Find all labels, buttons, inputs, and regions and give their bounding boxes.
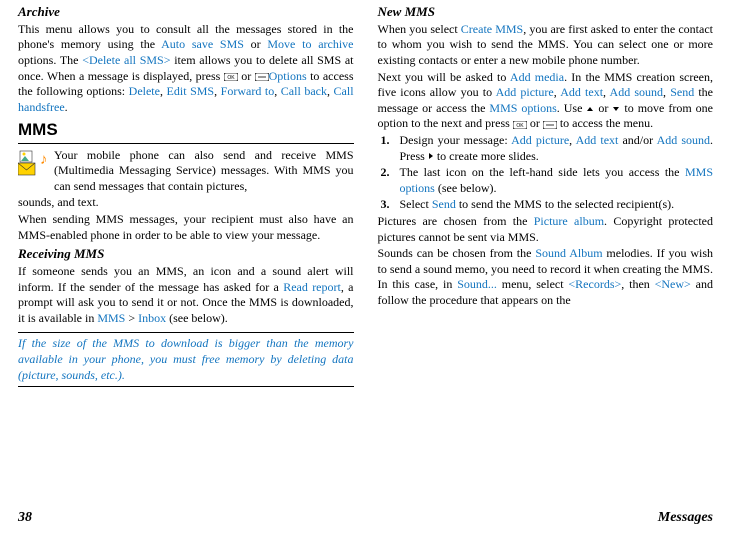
steps-list: 1.Design your message: Add picture, Add … bbox=[378, 133, 714, 213]
right-column: New MMS When you select Create MMS, you … bbox=[378, 4, 714, 494]
section-name: Messages bbox=[658, 509, 713, 527]
add-text-link: Add text bbox=[560, 85, 603, 99]
records-link: <Records> bbox=[568, 277, 621, 291]
list-item: 2.The last icon on the left-hand side le… bbox=[378, 165, 714, 196]
add-sound-link: Add sound bbox=[610, 85, 664, 99]
add-text-link: Add text bbox=[576, 133, 619, 147]
page-number: 38 bbox=[18, 509, 32, 527]
delete-link: Delete bbox=[129, 84, 160, 98]
mms-desc-cont: sounds, and text. bbox=[18, 195, 354, 211]
new-mms-heading: New MMS bbox=[378, 4, 714, 21]
new-mms-p1: When you select Create MMS, you are firs… bbox=[378, 22, 714, 69]
mms-options-link: MMS options bbox=[489, 101, 556, 115]
inbox-link: Inbox bbox=[138, 311, 166, 325]
options-link: Options bbox=[269, 69, 307, 83]
send-link: Send bbox=[432, 197, 456, 211]
send-link: Send bbox=[670, 85, 694, 99]
receiving-mms-heading: Receiving MMS bbox=[18, 246, 354, 263]
mms-heading: MMS bbox=[18, 119, 354, 141]
archive-heading: Archive bbox=[18, 4, 354, 21]
archive-text: This menu allows you to consult all the … bbox=[18, 22, 354, 116]
left-column: Archive This menu allows you to consult … bbox=[18, 4, 354, 494]
receiving-text: If someone sends you an MMS, an icon and… bbox=[18, 264, 354, 326]
pictures-text: Pictures are chosen from the Picture alb… bbox=[378, 214, 714, 245]
add-picture-link: Add picture bbox=[496, 85, 554, 99]
ok-key-icon bbox=[224, 73, 238, 81]
ok-key-icon bbox=[513, 121, 527, 129]
edit-sms-link: Edit SMS bbox=[167, 84, 215, 98]
create-mms-link: Create MMS bbox=[461, 22, 523, 36]
divider bbox=[18, 143, 354, 144]
sound-menu-link: Sound... bbox=[457, 277, 497, 291]
list-item: 1.Design your message: Add picture, Add … bbox=[378, 133, 714, 164]
add-picture-link: Add picture bbox=[511, 133, 569, 147]
auto-save-sms-link: Auto save SMS bbox=[161, 37, 244, 51]
options-key-icon bbox=[255, 73, 269, 81]
list-item: 3.Select Send to send the MMS to the sel… bbox=[378, 197, 714, 213]
add-media-link: Add media bbox=[510, 70, 564, 84]
move-to-archive-link: Move to archive bbox=[267, 37, 353, 51]
call-back-link: Call back bbox=[281, 84, 327, 98]
mms-icon bbox=[18, 150, 48, 178]
mms-desc-start: Your mobile phone can also send and rece… bbox=[54, 148, 354, 195]
options-key-icon bbox=[543, 121, 557, 129]
warning-note: If the size of the MMS to download is bi… bbox=[18, 332, 354, 387]
sound-album-link: Sound Album bbox=[535, 246, 602, 260]
new-link: <New> bbox=[655, 277, 691, 291]
delete-all-sms-link: <Delete all SMS> bbox=[82, 53, 170, 67]
read-report-link: Read report bbox=[283, 280, 341, 294]
footer: 38 Messages bbox=[18, 509, 713, 527]
mms-p2: When sending MMS messages, your recipien… bbox=[18, 212, 354, 243]
add-sound-link: Add sound bbox=[657, 133, 710, 147]
new-mms-p2: Next you will be asked to Add media. In … bbox=[378, 70, 714, 132]
forward-to-link: Forward to bbox=[221, 84, 275, 98]
mms-link: MMS bbox=[97, 311, 125, 325]
picture-album-link: Picture album bbox=[534, 214, 604, 228]
sounds-text: Sounds can be chosen from the Sound Albu… bbox=[378, 246, 714, 308]
